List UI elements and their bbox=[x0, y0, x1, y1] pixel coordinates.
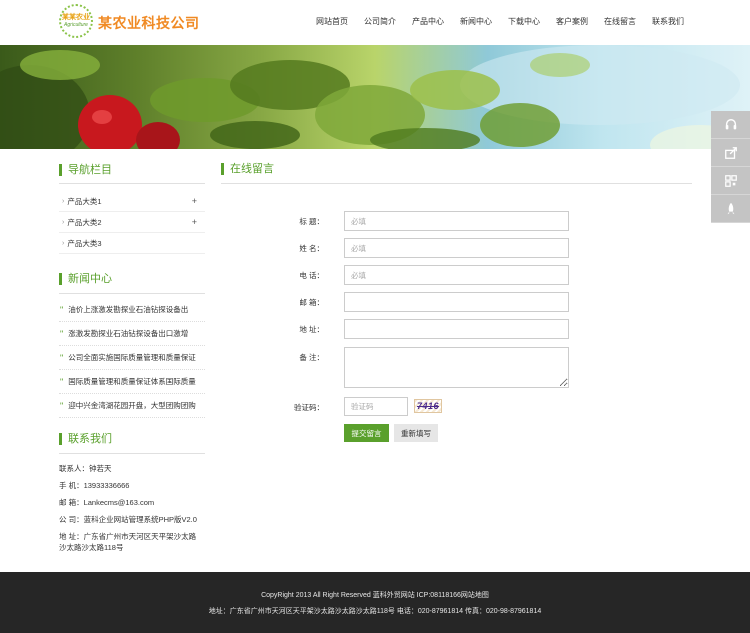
news-item[interactable]: " 油价上涨激发勘探业石油钻探设备出 bbox=[59, 298, 205, 322]
banner-image bbox=[0, 45, 750, 149]
title-input[interactable] bbox=[344, 211, 569, 231]
news-title: 涨激发勘探业石油钻探设备出口激增 bbox=[68, 329, 189, 338]
reset-button[interactable]: 重新填写 bbox=[394, 424, 438, 442]
quote-icon: " bbox=[60, 352, 64, 363]
nav-about[interactable]: 公司简介 bbox=[356, 16, 404, 27]
nav-home[interactable]: 网站首页 bbox=[308, 16, 356, 27]
chevron-right-icon: › bbox=[62, 218, 65, 226]
qrcode-icon bbox=[724, 174, 737, 187]
phone-input[interactable] bbox=[344, 265, 569, 285]
category-label: 产品大类1 bbox=[67, 196, 102, 206]
nav-guestbook[interactable]: 在线留言 bbox=[596, 16, 644, 27]
rocket-icon bbox=[727, 202, 734, 214]
main-nav: 网站首页 公司简介 产品中心 新闻中心 下载中心 客户案例 在线留言 联系我们 bbox=[308, 16, 692, 27]
quote-icon: " bbox=[60, 304, 64, 315]
logo-subtext: Agriculture bbox=[64, 21, 88, 28]
sidebar-contact-title: 联系我们 bbox=[59, 433, 112, 445]
footer-copyright: CopyRight 2013 All Right Reserved 蓝科外贸网站… bbox=[261, 592, 489, 599]
nav-cases[interactable]: 客户案例 bbox=[548, 16, 596, 27]
footer-address: 地址：广东省广州市天河区天平架沙太路沙太路沙太路118号 电话：020-8796… bbox=[208, 608, 542, 615]
sidebar-category[interactable]: › 产品大类1 + bbox=[59, 191, 205, 212]
contact-address-cont: 沙太路沙太路118号 bbox=[59, 543, 124, 552]
nav-products[interactable]: 产品中心 bbox=[404, 16, 452, 27]
captcha-image[interactable]: 7416 bbox=[414, 399, 442, 413]
news-item[interactable]: " 国际质量管理和质量保证体系国际质量 bbox=[59, 370, 205, 394]
news-title: 油价上涨激发勘探业石油钻探设备出 bbox=[68, 305, 189, 314]
sidebar-category[interactable]: › 产品大类2 + bbox=[59, 212, 205, 233]
phone-label: 电 话： bbox=[299, 271, 324, 280]
nav-contact[interactable]: 联系我们 bbox=[644, 16, 692, 27]
chevron-right-icon: › bbox=[62, 239, 65, 247]
category-label: 产品大类3 bbox=[67, 238, 102, 248]
expand-icon[interactable]: + bbox=[192, 196, 197, 206]
email-input[interactable] bbox=[344, 292, 569, 312]
company-name[interactable]: 某农业科技公司 bbox=[98, 13, 200, 33]
divider bbox=[59, 183, 205, 184]
logo-text: 某某农业 bbox=[62, 13, 90, 21]
email-label: 邮 箱： bbox=[299, 298, 324, 307]
float-toolbar bbox=[711, 111, 750, 223]
quote-icon: " bbox=[60, 328, 64, 339]
site-footer: CopyRight 2013 All Right Reserved 蓝科外贸网站… bbox=[0, 572, 750, 633]
contact-company: 公 司：蓝科企业网站管理系统PHP版V2.0 bbox=[59, 515, 197, 524]
name-label: 姓 名： bbox=[299, 244, 324, 253]
name-input[interactable] bbox=[344, 238, 569, 258]
captcha-label: 验证码： bbox=[294, 403, 324, 412]
news-title: 公司全面实施国际质量管理和质量保证 bbox=[68, 353, 196, 362]
contact-email[interactable]: 邮 箱：Lankecms@163.com bbox=[59, 497, 205, 508]
contact-person: 联系人：钟若天 bbox=[59, 464, 112, 473]
divider bbox=[59, 293, 205, 294]
qrcode-button[interactable] bbox=[711, 167, 750, 195]
captcha-input[interactable] bbox=[344, 397, 408, 416]
apple-tree-illustration bbox=[0, 45, 750, 149]
divider bbox=[59, 453, 205, 454]
title-label: 标 题： bbox=[299, 217, 324, 226]
logo[interactable]: 某某农业 Agriculture bbox=[59, 4, 93, 38]
quote-icon: " bbox=[60, 376, 64, 387]
headset-icon bbox=[725, 118, 736, 129]
submit-button[interactable]: 提交留言 bbox=[344, 424, 389, 442]
share-button[interactable] bbox=[711, 139, 750, 167]
sidebar-news-title: 新闻中心 bbox=[59, 273, 112, 285]
share-icon bbox=[724, 146, 737, 159]
page-title: 在线留言 bbox=[221, 163, 274, 175]
site-header: 某某农业 Agriculture 某农业科技公司 网站首页 公司简介 产品中心 … bbox=[0, 0, 750, 45]
nav-downloads[interactable]: 下载中心 bbox=[500, 16, 548, 27]
contact-address: 地 址：广东省广州市天河区天平架沙太路 bbox=[59, 532, 197, 541]
news-title: 国际质量管理和质量保证体系国际质量 bbox=[68, 377, 196, 386]
customer-service-button[interactable] bbox=[711, 111, 750, 139]
sidebar-nav-title: 导航栏目 bbox=[59, 164, 112, 176]
category-label: 产品大类2 bbox=[67, 217, 102, 227]
remark-label: 备 注： bbox=[299, 353, 324, 362]
quote-icon: " bbox=[60, 400, 64, 411]
chevron-right-icon: › bbox=[62, 197, 65, 205]
address-label: 地 址： bbox=[299, 325, 324, 334]
news-item[interactable]: " 涨激发勘探业石油钻探设备出口激增 bbox=[59, 322, 205, 346]
news-item[interactable]: " 迎中兴金湾湖花园开盘，大型团购团购 bbox=[59, 394, 205, 418]
address-input[interactable] bbox=[344, 319, 569, 339]
remark-textarea[interactable] bbox=[344, 347, 569, 388]
contact-mobile: 手 机：13933336666 bbox=[59, 481, 130, 490]
back-to-top-button[interactable] bbox=[711, 195, 750, 223]
nav-news[interactable]: 新闻中心 bbox=[452, 16, 500, 27]
sidebar-category[interactable]: › 产品大类3 bbox=[59, 233, 205, 254]
expand-icon[interactable]: + bbox=[192, 217, 197, 227]
divider bbox=[221, 183, 692, 184]
news-item[interactable]: " 公司全面实施国际质量管理和质量保证 bbox=[59, 346, 205, 370]
news-title: 迎中兴金湾湖花园开盘，大型团购团购 bbox=[68, 401, 196, 410]
